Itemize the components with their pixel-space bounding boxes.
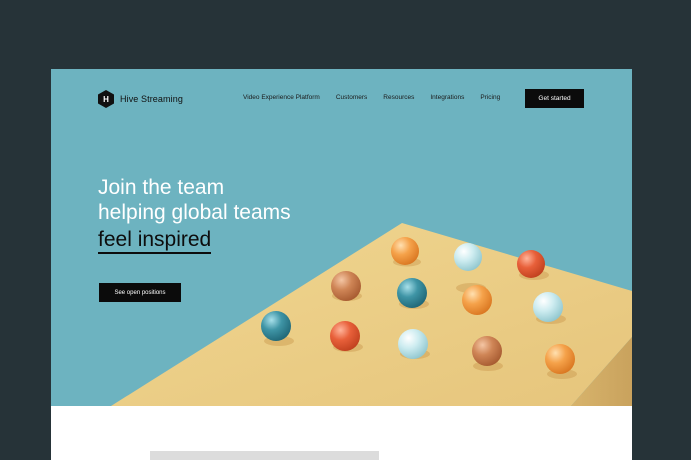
ball-light-center [398,329,428,359]
nav-link-resources[interactable]: Resources [383,94,414,101]
ball-orange-front [545,344,575,374]
get-started-button[interactable]: Get started [525,89,584,108]
nav-link-pricing[interactable]: Pricing [480,94,500,101]
browser-page: H Hive Streaming Video Experience Platfo… [51,69,632,460]
hero-headline: Join the team helping global teams [98,175,291,225]
see-open-positions-button[interactable]: See open positions [99,283,181,302]
nav-link-customers[interactable]: Customers [336,94,367,101]
ball-copper-left [331,271,361,301]
ball-red-front [330,321,360,351]
brand-logo[interactable]: H Hive Streaming [98,90,183,108]
headline-line-2: helping global teams [98,201,291,224]
nav-link-video-experience-platform[interactable]: Video Experience Platform [243,94,320,101]
ball-light-right [533,292,563,322]
ball-orange-center [462,285,492,315]
ball-teal-front [261,311,291,341]
ball-light-back [454,243,482,271]
nav-link-integrations[interactable]: Integrations [430,94,464,101]
headline-accent: feel inspired [98,227,212,254]
brand-name: Hive Streaming [120,94,183,104]
main-navigation: Video Experience Platform Customers Reso… [243,94,500,101]
headline-line-1: Join the team [98,176,225,199]
ball-teal-center [397,278,427,308]
ball-copper-front [472,336,502,366]
hero-section: H Hive Streaming Video Experience Platfo… [51,69,632,406]
ball-red-back [517,250,545,278]
content-image-placeholder [150,451,379,460]
hexagon-logo-icon: H [98,90,114,108]
ball-orange-back [391,237,419,265]
